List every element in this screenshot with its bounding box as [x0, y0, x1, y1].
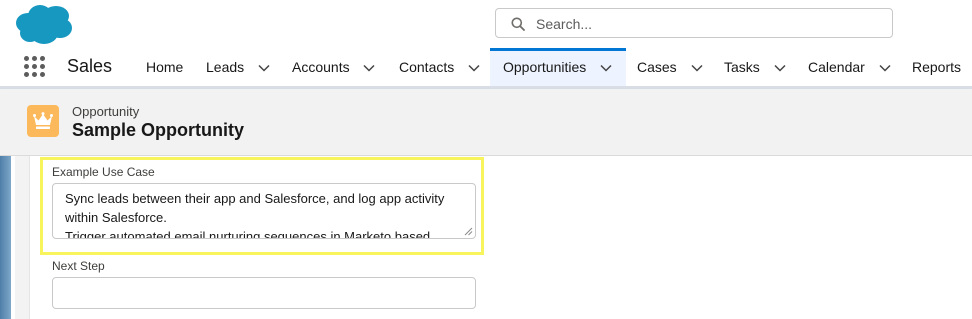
nav-item-label: Accounts: [292, 59, 350, 75]
nav-item-label: Opportunities: [503, 59, 587, 75]
use-case-textarea[interactable]: Sync leads between their app and Salesfo…: [52, 183, 476, 239]
detail-card-edge: [15, 156, 30, 319]
app-nav-bar: Sales Home Leads Accounts Contacts Oppor…: [0, 48, 972, 89]
use-case-label: Example Use Case: [52, 165, 155, 179]
app-name: Sales: [67, 56, 113, 76]
nav-item-label: Cases: [637, 59, 677, 75]
global-header: [0, 0, 972, 48]
salesforce-logo[interactable]: [14, 3, 74, 45]
nav-item-cases[interactable]: Cases: [637, 48, 703, 86]
search-input[interactable]: [534, 13, 878, 35]
chevron-down-icon[interactable]: [600, 64, 612, 72]
nav-item-label: Home: [146, 59, 184, 75]
nav-item-accounts[interactable]: Accounts: [292, 48, 376, 86]
resize-handle-icon[interactable]: [464, 227, 473, 236]
nav-item-label: Tasks: [724, 59, 760, 75]
next-step-input[interactable]: [52, 277, 476, 309]
nav-item-leads[interactable]: Leads: [206, 48, 270, 86]
use-case-text[interactable]: Sync leads between their app and Salesfo…: [65, 189, 475, 238]
record-type-label: Opportunity: [72, 104, 140, 119]
nav-item-tasks[interactable]: Tasks: [724, 48, 786, 86]
search-icon: [511, 17, 525, 31]
crown-icon: [33, 112, 53, 129]
nav-item-label: Contacts: [399, 59, 455, 75]
nav-item-label: Calendar: [808, 59, 865, 75]
chevron-down-icon[interactable]: [691, 64, 703, 72]
nav-item-home[interactable]: Home: [146, 48, 183, 86]
nav-item-calendar[interactable]: Calendar: [808, 48, 891, 86]
background-strip: [0, 156, 11, 319]
chevron-down-icon[interactable]: [879, 64, 891, 72]
app-launcher-icon[interactable]: [24, 56, 46, 78]
chevron-down-icon[interactable]: [774, 64, 786, 72]
next-step-label: Next Step: [52, 259, 105, 273]
chevron-down-icon[interactable]: [363, 64, 376, 72]
nav-item-opportunities[interactable]: Opportunities: [490, 48, 626, 86]
nav-item-contacts[interactable]: Contacts: [399, 48, 480, 86]
global-search[interactable]: [495, 8, 893, 38]
chevron-down-icon[interactable]: [258, 64, 270, 72]
nav-item-label: Leads: [206, 59, 245, 75]
nav-item-reports[interactable]: Reports: [912, 48, 961, 86]
record-header: Opportunity Sample Opportunity: [0, 89, 972, 156]
nav-item-label: Reports: [912, 59, 962, 75]
record-title: Sample Opportunity: [72, 120, 245, 140]
opportunity-icon: [27, 105, 59, 137]
chevron-down-icon[interactable]: [468, 64, 480, 72]
